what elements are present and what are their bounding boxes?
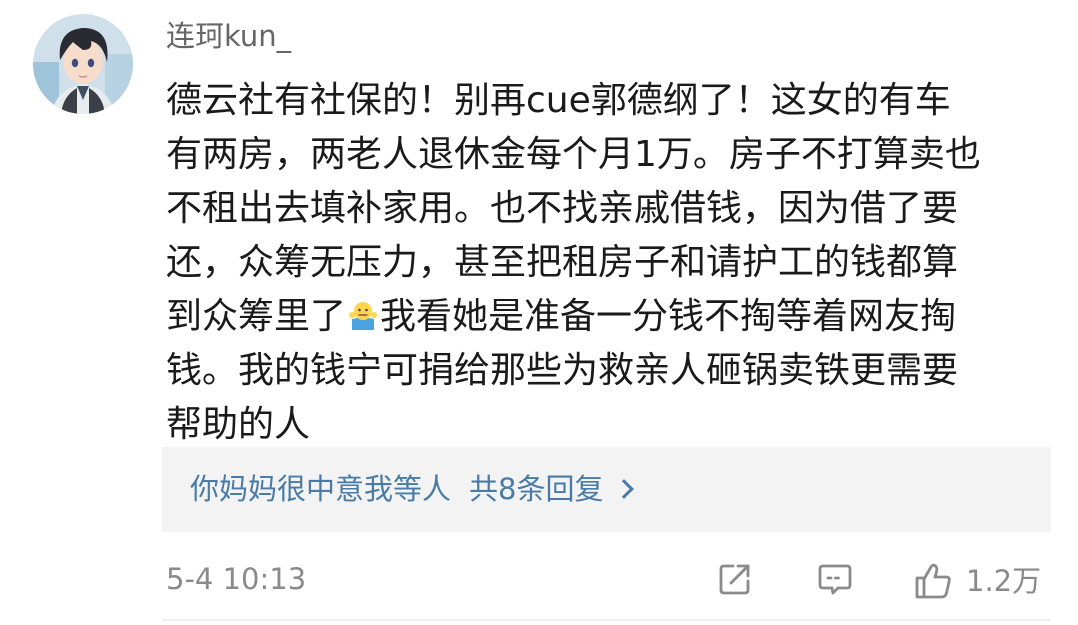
like-button[interactable]: 1.2万 (912, 560, 1041, 602)
divider (162, 619, 1051, 621)
reply-user-names: 你妈妈很中意我等人 (190, 472, 452, 506)
reply-count: 共8条回复 (469, 472, 604, 506)
avatar[interactable] (33, 14, 133, 114)
share-icon (719, 564, 750, 595)
username[interactable]: 连珂kun_ (166, 16, 291, 56)
comment-icon (818, 564, 852, 595)
comment-button[interactable] (816, 560, 854, 602)
replies-preview[interactable]: 你妈妈很中意我等人 共8条回复 (162, 447, 1051, 532)
comment-timestamp: 5-4 10:13 (166, 562, 307, 596)
thumbs-up-icon (915, 563, 951, 599)
shrug-emoji-icon (347, 293, 379, 330)
like-count: 1.2万 (966, 564, 1042, 598)
share-button[interactable] (716, 560, 754, 602)
comment-text: 德云社有社保的！别再cue郭德纲了！这女的有车 有两房，两老人退休金每个月1万。… (166, 74, 1061, 452)
replies-link[interactable]: 你妈妈很中意我等人 共8条回复 (190, 469, 635, 509)
chevron-right-icon (614, 479, 635, 499)
